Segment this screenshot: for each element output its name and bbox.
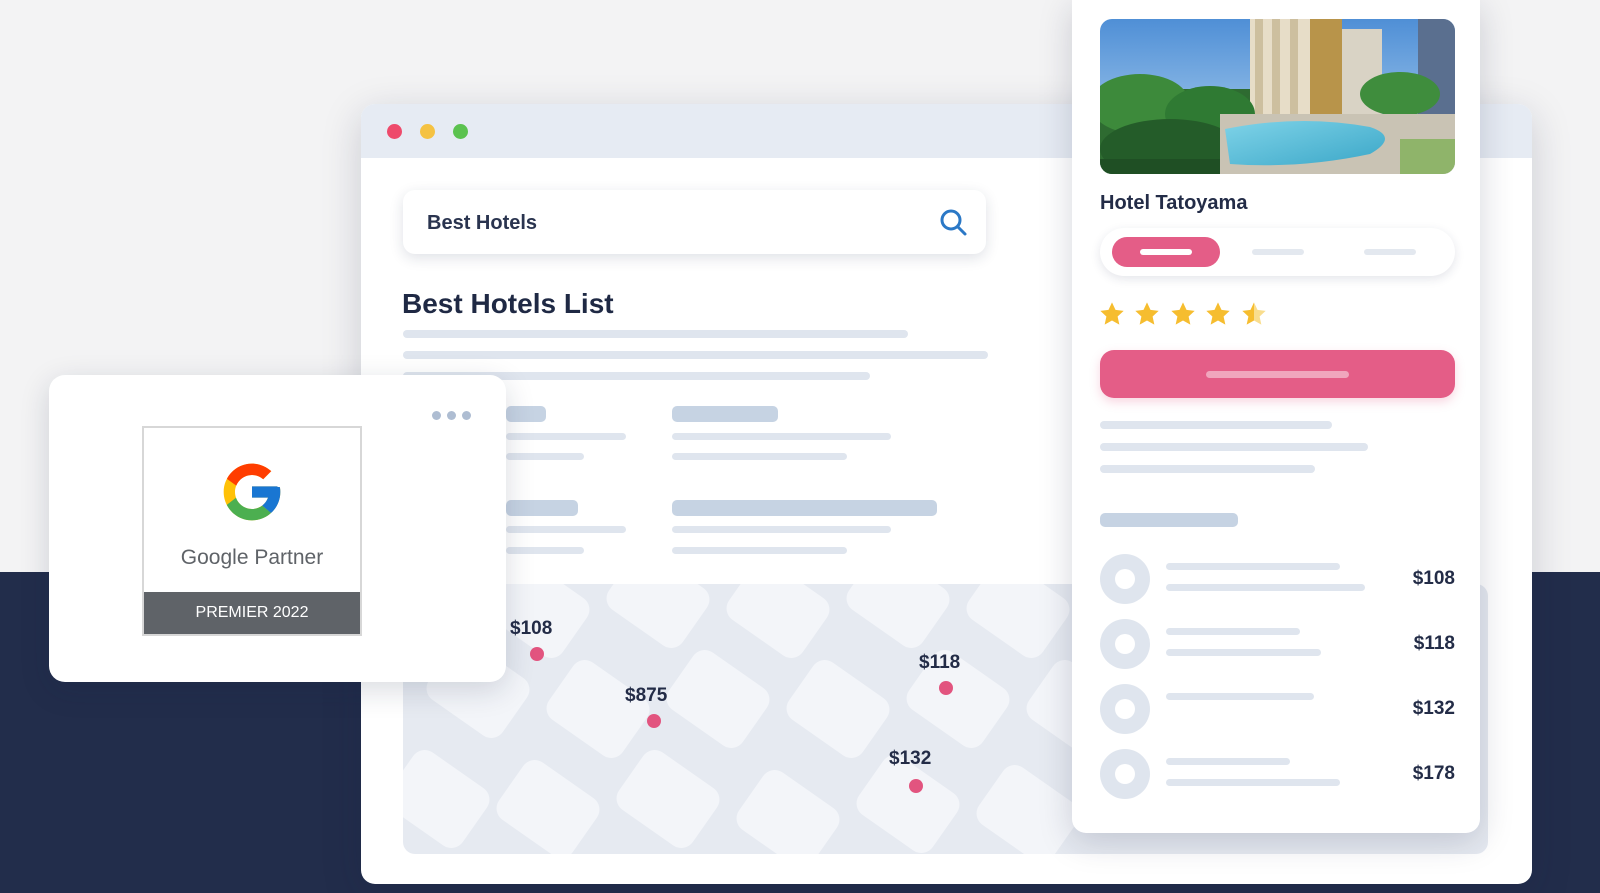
listing-line: [672, 433, 891, 440]
listing-line: [506, 433, 626, 440]
room-icon: [1100, 684, 1150, 734]
search-icon[interactable]: [938, 207, 968, 237]
search-input[interactable]: Best Hotels: [427, 212, 537, 235]
room-row[interactable]: $108: [1100, 554, 1455, 606]
star-icon: [1206, 302, 1231, 325]
room-line: [1166, 628, 1300, 635]
tab-rooms[interactable]: [1224, 244, 1332, 260]
hotel-rating: [1098, 300, 1271, 333]
tab-overview[interactable]: [1112, 237, 1220, 267]
listing-title: [672, 406, 778, 422]
room-row[interactable]: $178: [1100, 749, 1455, 801]
hotel-info-line: [1100, 421, 1332, 429]
hotel-info-line: [1100, 465, 1315, 473]
room-price: $178: [1412, 763, 1455, 784]
room-icon: [1100, 554, 1150, 604]
search-bar[interactable]: Best Hotels: [403, 190, 986, 254]
partner-level: PREMIER 2022: [144, 592, 360, 634]
hotel-info-line: [1100, 443, 1368, 451]
star-icon: [1135, 302, 1160, 325]
map-price-label: $132: [889, 748, 932, 769]
listing-line: [506, 453, 584, 460]
more-dots-icon[interactable]: [432, 411, 477, 420]
google-g-icon: [223, 463, 281, 521]
room-line: [1166, 584, 1365, 591]
star-icon: [1100, 302, 1124, 325]
listing-line: [672, 526, 891, 533]
close-window-dot[interactable]: [387, 124, 402, 139]
listing-line: [672, 547, 847, 554]
map-pin[interactable]: [909, 779, 923, 793]
listing-line: [506, 526, 626, 533]
partner-name: Google Partner: [180, 546, 324, 569]
description-line: [403, 330, 908, 338]
map-pin[interactable]: [939, 681, 953, 695]
room-line: [1166, 649, 1321, 656]
description-line: [403, 351, 988, 359]
partner-card: Google Partner PREMIER 2022: [49, 375, 506, 682]
google-partner-badge: Google Partner PREMIER 2022: [142, 426, 362, 636]
room-row[interactable]: $118: [1100, 619, 1455, 671]
listing-title: [672, 500, 937, 516]
hotel-name: Hotel Tatoyama: [1100, 192, 1248, 214]
star-icon: [1171, 302, 1195, 325]
room-line: [1166, 779, 1340, 786]
listing-title: [506, 500, 578, 516]
hotel-photo: [1100, 19, 1455, 174]
map-price-label: $108: [510, 618, 553, 639]
hotel-photo-image: [1100, 19, 1455, 174]
room-row[interactable]: $132: [1100, 684, 1455, 736]
room-price: $108: [1412, 568, 1455, 589]
rooms-heading: [1100, 513, 1238, 527]
listing-line: [506, 547, 584, 554]
maximize-window-dot[interactable]: [453, 124, 468, 139]
room-price: $118: [1413, 633, 1455, 654]
listing-title: [506, 406, 546, 422]
room-line: [1166, 563, 1340, 570]
book-button[interactable]: [1100, 350, 1455, 398]
room-icon: [1100, 619, 1150, 669]
room-line: [1166, 693, 1314, 700]
room-line: [1166, 758, 1290, 765]
page-title: Best Hotels List: [402, 288, 614, 319]
minimize-window-dot[interactable]: [420, 124, 435, 139]
map-pin[interactable]: [647, 714, 661, 728]
tab-reviews[interactable]: [1336, 244, 1444, 260]
map-price-label: $875: [625, 685, 668, 706]
hotel-tabs: [1100, 228, 1455, 276]
map-pin[interactable]: [530, 647, 544, 661]
room-icon: [1100, 749, 1150, 799]
half-star-icon: [1242, 302, 1266, 325]
room-price: $132: [1412, 698, 1455, 719]
hotel-detail-panel: Hotel Tatoyama $108 $118 $132 $178: [1072, 0, 1480, 833]
listing-line: [672, 453, 847, 460]
map-price-label: $118: [919, 652, 961, 673]
